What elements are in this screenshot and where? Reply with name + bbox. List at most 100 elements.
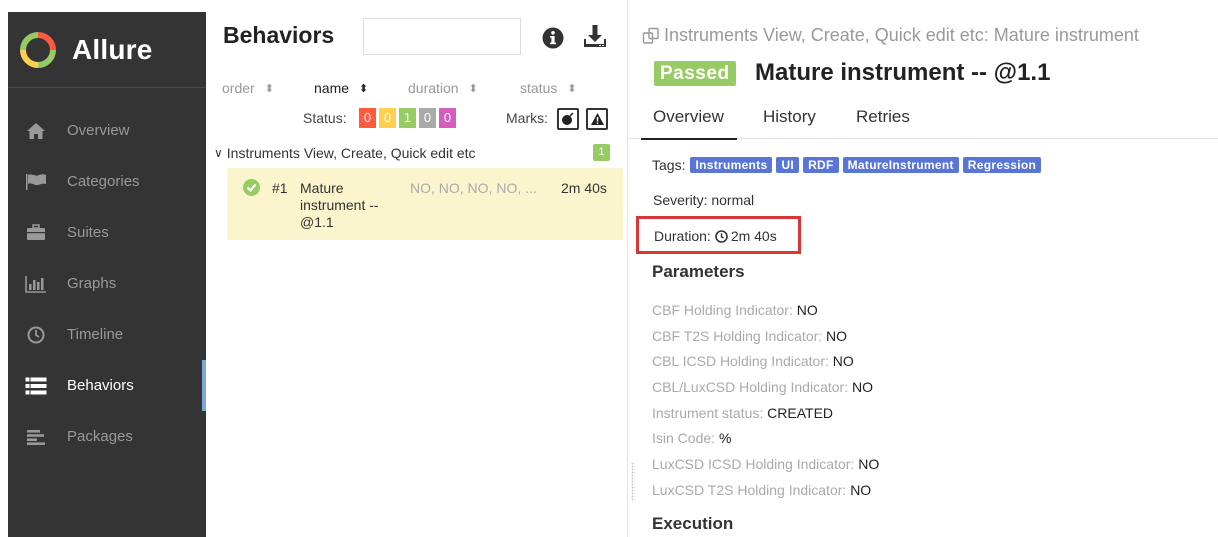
clock-icon <box>25 324 47 346</box>
test-name: Mature instrument -- @1.1 <box>300 180 379 230</box>
sidebar-item-label: Graphs <box>67 275 117 292</box>
sidebar: Allure Overview Categories Suites Graphs <box>8 12 206 537</box>
tag: Regression <box>962 157 1042 173</box>
duration: Duration: 2m 40s <box>654 228 777 244</box>
flag-icon <box>25 171 47 193</box>
parameter-row: LuxCSD ICSD Holding Indicator: NO <box>652 456 1072 482</box>
parameter-name: Instrument status: <box>652 404 764 421</box>
test-number: #1 <box>272 180 288 196</box>
duration-label: Duration: <box>654 228 711 244</box>
duration-value: 2m 40s <box>730 228 777 244</box>
sort-label: order <box>222 80 255 96</box>
tags-row: Tags: Instruments UI RDF MatureInstrumen… <box>652 157 1042 173</box>
execution-heading[interactable]: Execution <box>652 514 733 534</box>
parameter-value: NO <box>852 379 873 396</box>
parameter-row: CBF T2S Holding Indicator: NO <box>652 328 1072 354</box>
sidebar-item-label: Timeline <box>67 326 124 343</box>
tab-overview[interactable]: Overview <box>641 107 737 140</box>
group-passed-count: 1 <box>593 144 610 161</box>
chevron-down-icon: ∨ <box>214 146 223 160</box>
info-icon[interactable] <box>542 27 564 49</box>
status-failed-toggle[interactable]: 0 <box>359 108 376 128</box>
mark-flaky-toggle[interactable] <box>557 108 579 130</box>
sidebar-item-label: Overview <box>67 122 130 139</box>
search-input[interactable] <box>363 18 521 55</box>
sort-arrows-icon: ⬍ <box>567 82 577 95</box>
sidebar-item-timeline[interactable]: Timeline <box>8 309 206 360</box>
sidebar-item-label: Packages <box>67 428 133 445</box>
tags-label: Tags: <box>652 157 686 173</box>
warning-icon <box>590 113 604 125</box>
parameter-name: CBL ICSD Holding Indicator: <box>652 353 829 370</box>
status-broken-toggle[interactable]: 0 <box>379 108 396 128</box>
download-icon[interactable] <box>583 24 607 48</box>
page-title: Behaviors <box>223 22 335 48</box>
sidebar-nav: Overview Categories Suites Graphs Timeli… <box>8 88 206 462</box>
parameter-name: LuxCSD ICSD Holding Indicator: <box>652 456 855 473</box>
test-detail-panel: Instruments View, Create, Quick edit etc… <box>628 0 1218 537</box>
tab-retries[interactable]: Retries <box>856 107 910 127</box>
sort-name-button[interactable]: name ⬍ <box>314 80 368 96</box>
status-passed-toggle[interactable]: 1 <box>399 108 416 128</box>
group-label: Instruments View, Create, Quick edit etc <box>226 145 476 161</box>
sort-arrows-icon: ⬍ <box>468 82 478 95</box>
parameter-row: CBL/LuxCSD Holding Indicator: NO <box>652 379 1072 405</box>
marks-filter-label: Marks: <box>506 110 548 126</box>
parameter-value: NO <box>858 456 880 473</box>
parameter-row: CBL ICSD Holding Indicator: NO <box>652 353 1072 379</box>
sidebar-item-overview[interactable]: Overview <box>8 105 206 156</box>
home-icon <box>25 120 47 142</box>
status-filter-label: Status: <box>303 110 347 126</box>
tab-history[interactable]: History <box>763 107 816 127</box>
detail-tabs: Overview History Retries <box>628 94 1218 140</box>
parameters-heading[interactable]: Parameters <box>652 262 745 282</box>
status-skipped-toggle[interactable]: 0 <box>419 108 436 128</box>
sort-duration-button[interactable]: duration ⬍ <box>408 80 478 96</box>
tree-group[interactable]: ∨ Instruments View, Create, Quick edit e… <box>214 141 618 165</box>
sidebar-item-behaviors[interactable]: Behaviors <box>8 360 206 411</box>
tag: RDF <box>803 157 839 173</box>
parameter-name: CBF Holding Indicator: <box>652 302 793 318</box>
brand[interactable]: Allure <box>8 12 206 88</box>
breadcrumb[interactable]: Instruments View, Create, Quick edit etc… <box>642 25 1139 46</box>
severity: Severity: normal <box>653 192 755 208</box>
status-badge: Passed <box>654 61 736 86</box>
sort-label: status <box>520 80 558 96</box>
brand-name: Allure <box>72 33 153 65</box>
tag: Instruments <box>690 157 773 173</box>
sort-status-button[interactable]: status ⬍ <box>520 80 577 96</box>
sidebar-item-label: Categories <box>67 173 140 190</box>
sidebar-item-graphs[interactable]: Graphs <box>8 258 206 309</box>
test-title: Mature instrument -- @1.1 <box>755 59 1051 86</box>
mark-new-failed-toggle[interactable] <box>586 108 608 130</box>
sort-order-button[interactable]: order ⬍ <box>222 80 274 96</box>
bomb-icon <box>562 112 574 125</box>
tree-header: Behaviors <box>206 0 626 66</box>
parameter-row: LuxCSD T2S Holding Indicator: NO <box>652 482 1072 508</box>
sidebar-item-packages[interactable]: Packages <box>8 411 206 462</box>
sort-arrows-icon: ⬍ <box>359 82 369 95</box>
sort-label: duration <box>408 80 459 96</box>
status-unknown-toggle[interactable]: 0 <box>439 108 456 128</box>
sidebar-item-categories[interactable]: Categories <box>8 156 206 207</box>
tree-test-row[interactable]: #1 Mature instrument -- @1.1 NO, NO, NO,… <box>227 168 623 240</box>
parameter-value: CREATED <box>767 404 834 421</box>
sort-bar: order ⬍ name ⬍ duration ⬍ status ⬍ <box>206 66 626 108</box>
sort-arrows-icon: ⬍ <box>264 82 274 95</box>
clock-icon <box>715 229 728 243</box>
parameter-name: LuxCSD T2S Holding Indicator: <box>652 481 847 498</box>
allure-logo-icon <box>20 31 56 68</box>
list-icon <box>25 375 47 397</box>
sidebar-item-label: Suites <box>67 224 109 241</box>
sidebar-item-suites[interactable]: Suites <box>8 207 206 258</box>
test-duration: 2m 40s <box>561 180 607 196</box>
sidebar-item-label: Behaviors <box>67 377 134 394</box>
test-parameters: NO, NO, NO, NO, ... <box>410 180 537 196</box>
breadcrumb-text: Instruments View, Create, Quick edit etc… <box>664 25 1139 45</box>
parameter-row: Instrument status: CREATED <box>652 405 1072 431</box>
briefcase-icon <box>25 222 47 244</box>
passed-check-icon <box>243 179 260 196</box>
bar-chart-icon <box>25 273 47 295</box>
behaviors-tree-panel: Behaviors order ⬍ name ⬍ duration ⬍ stat… <box>206 0 626 537</box>
parameter-value: NO <box>826 327 848 344</box>
